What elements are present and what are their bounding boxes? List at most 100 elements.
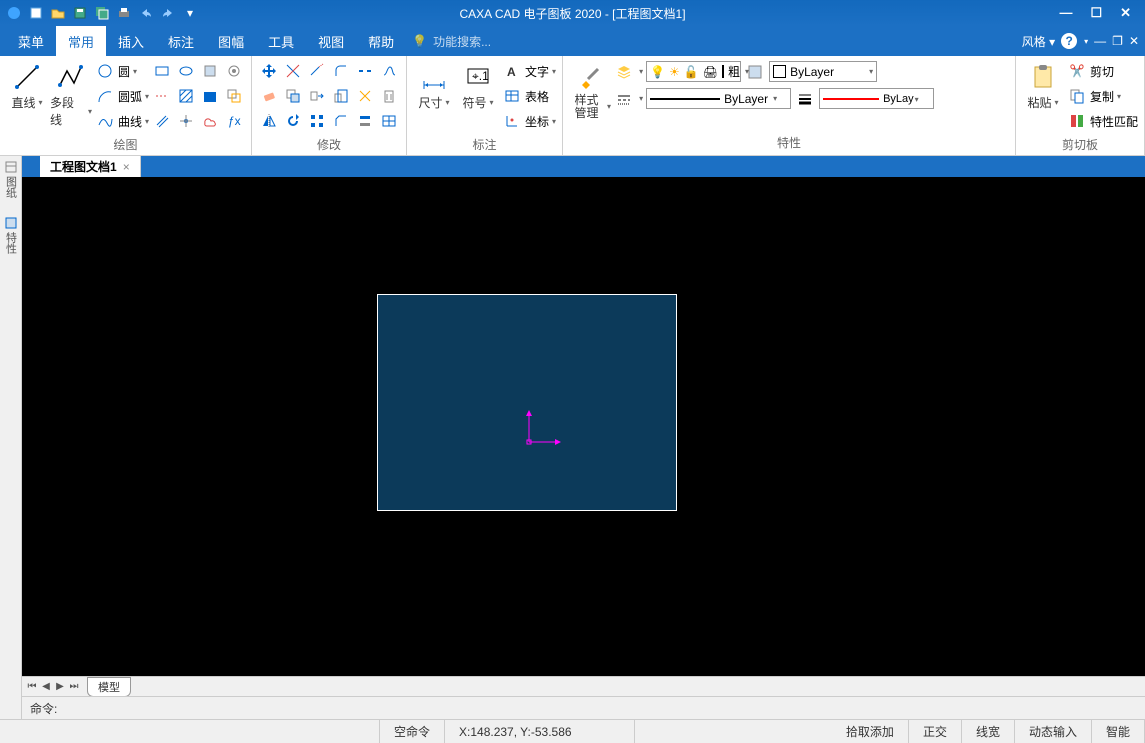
doc-close-button[interactable]: ✕ xyxy=(1129,34,1139,48)
undo-icon[interactable] xyxy=(136,3,156,23)
redo-icon[interactable] xyxy=(158,3,178,23)
coord-button[interactable]: 坐标▾ xyxy=(501,110,556,132)
close-tab-icon[interactable]: × xyxy=(123,160,130,174)
style-label[interactable]: 风格 ▾ xyxy=(1022,33,1055,50)
rotate-icon[interactable] xyxy=(282,110,304,132)
open-icon[interactable] xyxy=(48,3,68,23)
prev-sheet-icon[interactable]: ◀ xyxy=(39,681,53,692)
explode-icon[interactable] xyxy=(354,85,376,107)
centerline-icon[interactable] xyxy=(151,85,173,107)
gear-draw-icon[interactable] xyxy=(223,60,245,82)
curve-button[interactable]: 曲线▾ xyxy=(94,110,149,132)
formula-icon[interactable]: ƒx xyxy=(223,110,245,132)
cut-button[interactable]: ✂️剪切 xyxy=(1066,60,1138,82)
doc-minimize-button[interactable]: — xyxy=(1094,34,1106,48)
tab-menu[interactable]: 菜单 xyxy=(6,26,56,57)
arc-button[interactable]: 圆弧▾ xyxy=(94,85,149,107)
lineweight-icon[interactable] xyxy=(794,88,816,110)
fill-icon[interactable] xyxy=(199,85,221,107)
last-sheet-icon[interactable]: ⏭ xyxy=(67,681,81,692)
svg-text:ƒx: ƒx xyxy=(228,114,241,128)
polyline-button[interactable]: 多段线▾ xyxy=(50,60,92,128)
stretch-icon[interactable] xyxy=(306,85,328,107)
layers-icon[interactable] xyxy=(613,61,635,83)
layer-state-combo[interactable]: 💡 ☀ 🔓 🖨 粗▾ xyxy=(646,61,741,82)
cloud-icon[interactable] xyxy=(199,110,221,132)
new-icon[interactable] xyxy=(26,3,46,23)
maximize-button[interactable]: ☐ xyxy=(1090,5,1102,21)
search-prompt[interactable]: 功能搜索... xyxy=(433,33,491,50)
extend-icon[interactable] xyxy=(306,60,328,82)
tab-tools[interactable]: 工具 xyxy=(256,26,306,57)
point-icon[interactable] xyxy=(175,110,197,132)
copy-mod-icon[interactable] xyxy=(282,85,304,107)
close-button[interactable]: ✕ xyxy=(1120,5,1131,21)
linetype-icon[interactable] xyxy=(613,88,635,110)
tab-annotate[interactable]: 标注 xyxy=(156,26,206,57)
trim-icon[interactable] xyxy=(282,60,304,82)
help-dropdown[interactable]: ▾ xyxy=(1084,37,1088,46)
status-lineweight[interactable]: 线宽 xyxy=(962,720,1015,743)
saveall-icon[interactable] xyxy=(92,3,112,23)
parallel-icon[interactable] xyxy=(151,110,173,132)
tab-view[interactable]: 视图 xyxy=(306,26,356,57)
model-tab[interactable]: 模型 xyxy=(87,677,131,697)
print-icon[interactable] xyxy=(114,3,134,23)
hatch-icon[interactable] xyxy=(175,85,197,107)
save-icon[interactable] xyxy=(70,3,90,23)
align-icon[interactable] xyxy=(354,110,376,132)
style-manager-button[interactable]: 样式管理▾ xyxy=(569,60,611,120)
command-line[interactable]: 命令: xyxy=(22,696,1145,719)
status-dyn[interactable]: 动态输入 xyxy=(1015,720,1092,743)
edit-table-icon[interactable] xyxy=(378,110,400,132)
array-icon[interactable] xyxy=(306,110,328,132)
symbol-button[interactable]: ⌖.1 符号▾ xyxy=(457,60,499,111)
erase-icon[interactable] xyxy=(258,85,280,107)
ellipse-icon[interactable] xyxy=(175,60,197,82)
mirror-icon[interactable] xyxy=(258,110,280,132)
text-button[interactable]: A文字▾ xyxy=(501,60,556,82)
status-pickadd[interactable]: 拾取添加 xyxy=(832,720,909,743)
layer-props-icon[interactable] xyxy=(744,61,766,83)
drawing-canvas[interactable] xyxy=(22,177,1145,676)
color-combo[interactable]: ByLayer ▾ xyxy=(769,61,877,82)
circle-button[interactable]: 圆▾ xyxy=(94,60,149,82)
scale-icon[interactable] xyxy=(330,85,352,107)
line-button[interactable]: 直线▾ xyxy=(6,60,48,111)
palette-button[interactable]: 图纸 xyxy=(2,160,20,198)
linetype-dd[interactable]: ▾ xyxy=(639,94,643,103)
tab-sheet[interactable]: 图幅 xyxy=(206,26,256,57)
qat-dropdown-icon[interactable]: ▾ xyxy=(180,3,200,23)
help-icon[interactable]: ? xyxy=(1061,33,1077,49)
status-smart[interactable]: 智能 xyxy=(1092,720,1145,743)
next-sheet-icon[interactable]: ▶ xyxy=(53,681,67,692)
block-icon[interactable] xyxy=(199,60,221,82)
table-button[interactable]: 表格 xyxy=(501,85,556,107)
move-icon[interactable] xyxy=(258,60,280,82)
dim-button[interactable]: 尺寸▾ xyxy=(413,60,455,111)
purge-icon[interactable] xyxy=(378,85,400,107)
status-ortho[interactable]: 正交 xyxy=(909,720,962,743)
linetype-combo[interactable]: ByLayer▾ xyxy=(646,88,791,109)
properties-button[interactable]: 特性 xyxy=(2,216,20,254)
app-icon[interactable] xyxy=(4,3,24,23)
join-icon[interactable] xyxy=(378,60,400,82)
tab-help[interactable]: 帮助 xyxy=(356,26,406,57)
tab-common[interactable]: 常用 xyxy=(56,26,106,57)
offset-draw-icon[interactable] xyxy=(223,85,245,107)
doc-restore-button[interactable]: ❐ xyxy=(1112,34,1123,48)
rectangle-icon[interactable] xyxy=(151,60,173,82)
fillet-icon[interactable] xyxy=(330,60,352,82)
chamfer-icon[interactable] xyxy=(330,110,352,132)
minimize-button[interactable]: — xyxy=(1059,5,1072,21)
first-sheet-icon[interactable]: ⏮ xyxy=(25,681,39,692)
match-prop-button[interactable]: 特性匹配 xyxy=(1066,110,1138,132)
copy-button[interactable]: 复制▾ xyxy=(1066,85,1138,107)
tab-insert[interactable]: 插入 xyxy=(106,26,156,57)
paste-button[interactable]: 粘贴▾ xyxy=(1022,60,1064,111)
document-tab[interactable]: 工程图文档1 × xyxy=(40,156,141,177)
lineweight-combo[interactable]: ByLay▾ xyxy=(819,88,934,109)
layer-dropdown[interactable]: ▾ xyxy=(639,67,643,76)
break-icon[interactable] xyxy=(354,60,376,82)
svg-text:⌖.1: ⌖.1 xyxy=(472,69,489,83)
